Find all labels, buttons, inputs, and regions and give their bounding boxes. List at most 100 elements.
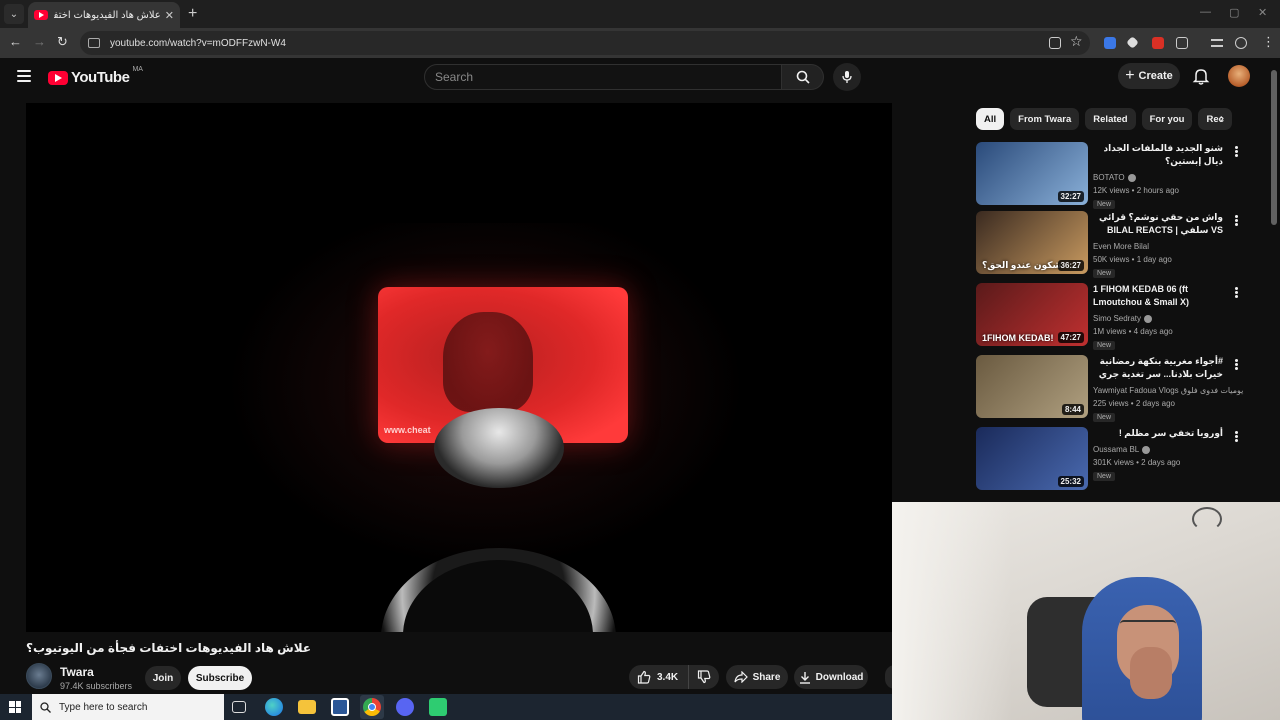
dislike-button[interactable] xyxy=(689,670,719,684)
chip-4[interactable]: Rec xyxy=(1198,108,1232,130)
recommendation-channel[interactable]: BOTATO xyxy=(1093,173,1125,182)
new-tab-button[interactable]: + xyxy=(188,5,197,23)
hamburger-menu-icon[interactable] xyxy=(17,70,31,82)
translate-extension-icon[interactable] xyxy=(1104,37,1116,49)
extension-diamond-icon[interactable] xyxy=(1126,36,1139,49)
download-button[interactable]: Download xyxy=(794,665,868,689)
chip-1[interactable]: From Twara xyxy=(1010,108,1080,130)
chip-0[interactable]: All xyxy=(976,108,1005,130)
search-input[interactable] xyxy=(435,70,781,84)
page-scrollbar[interactable] xyxy=(1271,70,1277,225)
webcam-person-hand xyxy=(1130,647,1172,699)
chip-3[interactable]: For you xyxy=(1141,108,1193,130)
recommendation-channel[interactable]: Oussama BL xyxy=(1093,445,1139,454)
join-button[interactable]: Join xyxy=(145,666,181,690)
browser-tab-strip: ⌄ علاش هاد الفيديوهات اختفات فجأة ✕ + — … xyxy=(0,0,1280,28)
chrome-taskbar-button[interactable] xyxy=(360,695,384,719)
search-button[interactable] xyxy=(782,64,824,90)
thumbnail-overlay-text: 1FIHOM KEDAB! xyxy=(982,333,1054,343)
recommendation-meta: 1M views • 4 days ago xyxy=(1093,327,1173,336)
maximize-icon[interactable]: ▢ xyxy=(1229,6,1239,19)
recommendation-title[interactable]: شنو الجديد فالملفات الجداد ديال إبستين؟ xyxy=(1093,142,1223,168)
video-frame-figure xyxy=(443,312,533,412)
video-duration: 32:27 xyxy=(1057,191,1084,202)
ceiling-lamp xyxy=(1192,507,1222,531)
window-close-icon[interactable]: ✕ xyxy=(1258,6,1267,19)
new-badge: New xyxy=(1093,472,1116,481)
recommendation-title[interactable]: 1 FIHOM KEDAB 06 (ft Lmoutchou & Small X… xyxy=(1093,283,1223,309)
recommendation-item[interactable]: 8:44 #أجواء مغربية بنكهة رمضانية خيرات بل… xyxy=(976,355,1246,422)
extension-red-icon[interactable] xyxy=(1152,37,1164,49)
video-duration: 25:32 xyxy=(1057,476,1084,487)
video-thumbnail[interactable]: 32:27 xyxy=(976,142,1088,205)
recommendation-channel[interactable]: Yawmiyat Fadoua Vlogs يوميات فدوى فلوق xyxy=(1093,386,1243,395)
country-code: MA xyxy=(132,66,143,73)
file-explorer-icon[interactable] xyxy=(298,700,316,714)
chips-next-chevron-icon[interactable]: › xyxy=(1220,111,1224,125)
back-icon[interactable]: ← xyxy=(9,34,22,49)
more-options-icon[interactable] xyxy=(1235,215,1238,226)
create-button[interactable]: + Create xyxy=(1118,63,1180,89)
youtube-logo[interactable]: YouTube MA xyxy=(48,66,143,86)
tab-title: علاش هاد الفيديوهات اختفات فجأة xyxy=(54,9,161,21)
verified-check-icon xyxy=(1142,445,1151,454)
install-app-icon[interactable] xyxy=(1049,37,1061,49)
tab-close-icon[interactable]: ✕ xyxy=(165,9,174,22)
recommendation-item[interactable]: 25:32 أوروبا تخفي سر مظلم ! Oussama BL 301K… xyxy=(976,427,1246,491)
windows-start-icon[interactable] xyxy=(9,701,21,713)
taskbar-search-box[interactable] xyxy=(32,694,224,720)
recommendation-title[interactable]: أوروبا تخفي سر مظلم ! xyxy=(1093,427,1223,440)
video-thumbnail[interactable]: شكون عندو الحق؟ 36:27 xyxy=(976,211,1088,274)
account-avatar[interactable] xyxy=(1228,65,1250,87)
bookmark-star-icon[interactable]: ☆ xyxy=(1070,33,1083,50)
recommendation-item[interactable]: 32:27 شنو الجديد فالملفات الجداد ديال إبس… xyxy=(976,142,1246,209)
like-count: 3.4K xyxy=(657,671,679,683)
like-button[interactable]: 3.4K xyxy=(629,665,689,689)
subscribe-button[interactable]: Subscribe xyxy=(188,666,252,690)
reload-icon[interactable]: ↻ xyxy=(57,34,68,50)
edge-browser-icon[interactable] xyxy=(265,698,283,716)
channel-name[interactable]: Twara xyxy=(60,665,94,679)
video-thumbnail[interactable]: 1FIHOM KEDAB! 47:27 xyxy=(976,283,1088,346)
microphone-icon xyxy=(842,71,852,83)
recommendation-channel[interactable]: Simo Sedraty xyxy=(1093,314,1141,323)
recommendation-channel[interactable]: Even More Bilal xyxy=(1093,242,1149,251)
store-icon[interactable] xyxy=(331,698,349,716)
extensions-puzzle-icon[interactable] xyxy=(1176,37,1188,49)
browser-toolbar: ← → ↻ youtube.com/watch?v=mODFFzwN-W4 ☆ … xyxy=(0,28,1280,58)
address-bar[interactable]: youtube.com/watch?v=mODFFzwN-W4 xyxy=(80,31,1090,55)
video-thumbnail[interactable]: 8:44 xyxy=(976,355,1088,418)
more-options-icon[interactable] xyxy=(1235,431,1238,442)
recommendation-title[interactable]: #أجواء مغربية بنكهة رمضانية خيرات بلادنا… xyxy=(1093,355,1223,381)
video-player[interactable]: www.cheat xyxy=(26,103,892,632)
recommendation-item[interactable]: 1FIHOM KEDAB! 47:27 1 FIHOM KEDAB 06 (ft L… xyxy=(976,283,1246,350)
channel-avatar[interactable] xyxy=(26,663,52,689)
share-label: Share xyxy=(752,671,781,683)
voice-search-button[interactable] xyxy=(833,63,861,91)
new-badge: New xyxy=(1093,413,1116,422)
recommendation-meta: 50K views • 1 day ago xyxy=(1093,255,1172,264)
more-options-icon[interactable] xyxy=(1235,359,1238,370)
browser-tab-active[interactable]: علاش هاد الفيديوهات اختفات فجأة ✕ xyxy=(28,2,180,28)
site-info-icon[interactable] xyxy=(88,38,100,48)
video-frame-lens-top xyxy=(434,408,564,488)
share-button[interactable]: Share xyxy=(726,665,788,689)
discord-icon[interactable] xyxy=(396,698,414,716)
recommendation-item[interactable]: شكون عندو الحق؟ 36:27 واش من حقي نوشم؟ قرا… xyxy=(976,211,1246,278)
browser-menu-icon[interactable]: ⋮ xyxy=(1262,34,1275,50)
media-controls-icon[interactable] xyxy=(1211,39,1223,47)
recommendation-title[interactable]: واش من حقي نوشم؟ قرائي VS سلفي | BILAL R… xyxy=(1093,211,1223,237)
profile-icon[interactable] xyxy=(1235,37,1247,49)
more-options-icon[interactable] xyxy=(1235,146,1238,157)
green-app-icon[interactable] xyxy=(429,698,447,716)
tab-search-button[interactable]: ⌄ xyxy=(4,4,24,24)
minimize-icon[interactable]: — xyxy=(1200,6,1211,18)
chip-2[interactable]: Related xyxy=(1085,108,1136,130)
more-options-icon[interactable] xyxy=(1235,287,1238,298)
notifications-bell-icon[interactable] xyxy=(1191,66,1211,86)
forward-icon[interactable]: → xyxy=(33,34,46,49)
new-badge: New xyxy=(1093,200,1116,209)
video-thumbnail[interactable]: 25:32 xyxy=(976,427,1088,490)
task-view-icon[interactable] xyxy=(232,701,246,713)
taskbar-search-input[interactable] xyxy=(59,701,219,713)
